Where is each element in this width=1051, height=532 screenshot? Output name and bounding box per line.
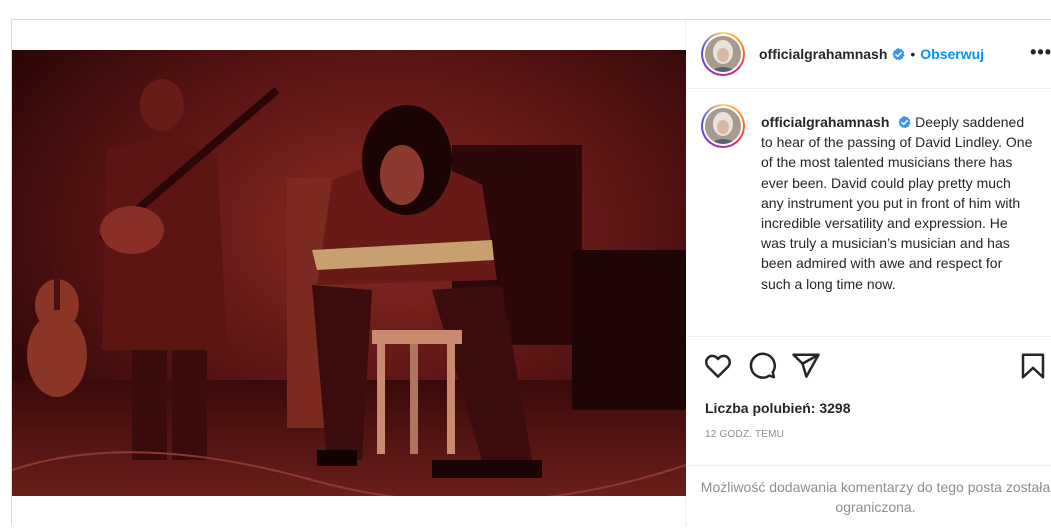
caption-body: Deeply saddened to hear of the passing o…	[761, 114, 1033, 292]
more-options-icon[interactable]: •••	[1030, 42, 1051, 62]
concert-photo-image	[12, 50, 686, 496]
caption-username[interactable]: officialgrahamnash	[761, 114, 889, 130]
action-icons	[703, 351, 1048, 381]
caption-avatar[interactable]	[701, 104, 745, 148]
post-card: officialgrahamnash • Obserwuj ••• offici…	[11, 19, 1051, 526]
comment-icon[interactable]	[747, 351, 777, 381]
caption-section: officialgrahamnash Deeply saddened to he…	[687, 90, 1051, 335]
actions-section: Liczba polubień: 3298 12 godz. temu Możl…	[687, 336, 1051, 526]
avatar-image	[705, 36, 741, 72]
post-sidebar: officialgrahamnash • Obserwuj ••• offici…	[687, 20, 1051, 526]
follow-button[interactable]: Obserwuj	[920, 46, 984, 62]
avatar-image	[705, 108, 741, 144]
avatar[interactable]	[701, 32, 745, 76]
post-timestamp[interactable]: 12 godz. temu	[705, 429, 784, 440]
post-photo[interactable]	[12, 50, 686, 496]
post-header: officialgrahamnash • Obserwuj •••	[687, 20, 1051, 89]
heart-icon[interactable]	[703, 351, 733, 381]
verified-badge-icon	[898, 116, 911, 129]
post-media	[12, 20, 686, 526]
paper-plane-icon[interactable]	[791, 351, 821, 381]
likes-count[interactable]: Liczba polubień: 3298	[705, 400, 850, 416]
comments-disabled-notice: Możliwość dodawania komentarzy do tego p…	[687, 465, 1051, 527]
caption-text: officialgrahamnash Deeply saddened to he…	[761, 112, 1033, 294]
verified-badge-icon	[892, 47, 906, 60]
caption-row: officialgrahamnash Deeply saddened to he…	[701, 104, 1051, 294]
header-username[interactable]: officialgrahamnash	[759, 46, 887, 62]
bookmark-icon[interactable]	[1018, 351, 1048, 381]
separator-dot: •	[910, 46, 916, 62]
